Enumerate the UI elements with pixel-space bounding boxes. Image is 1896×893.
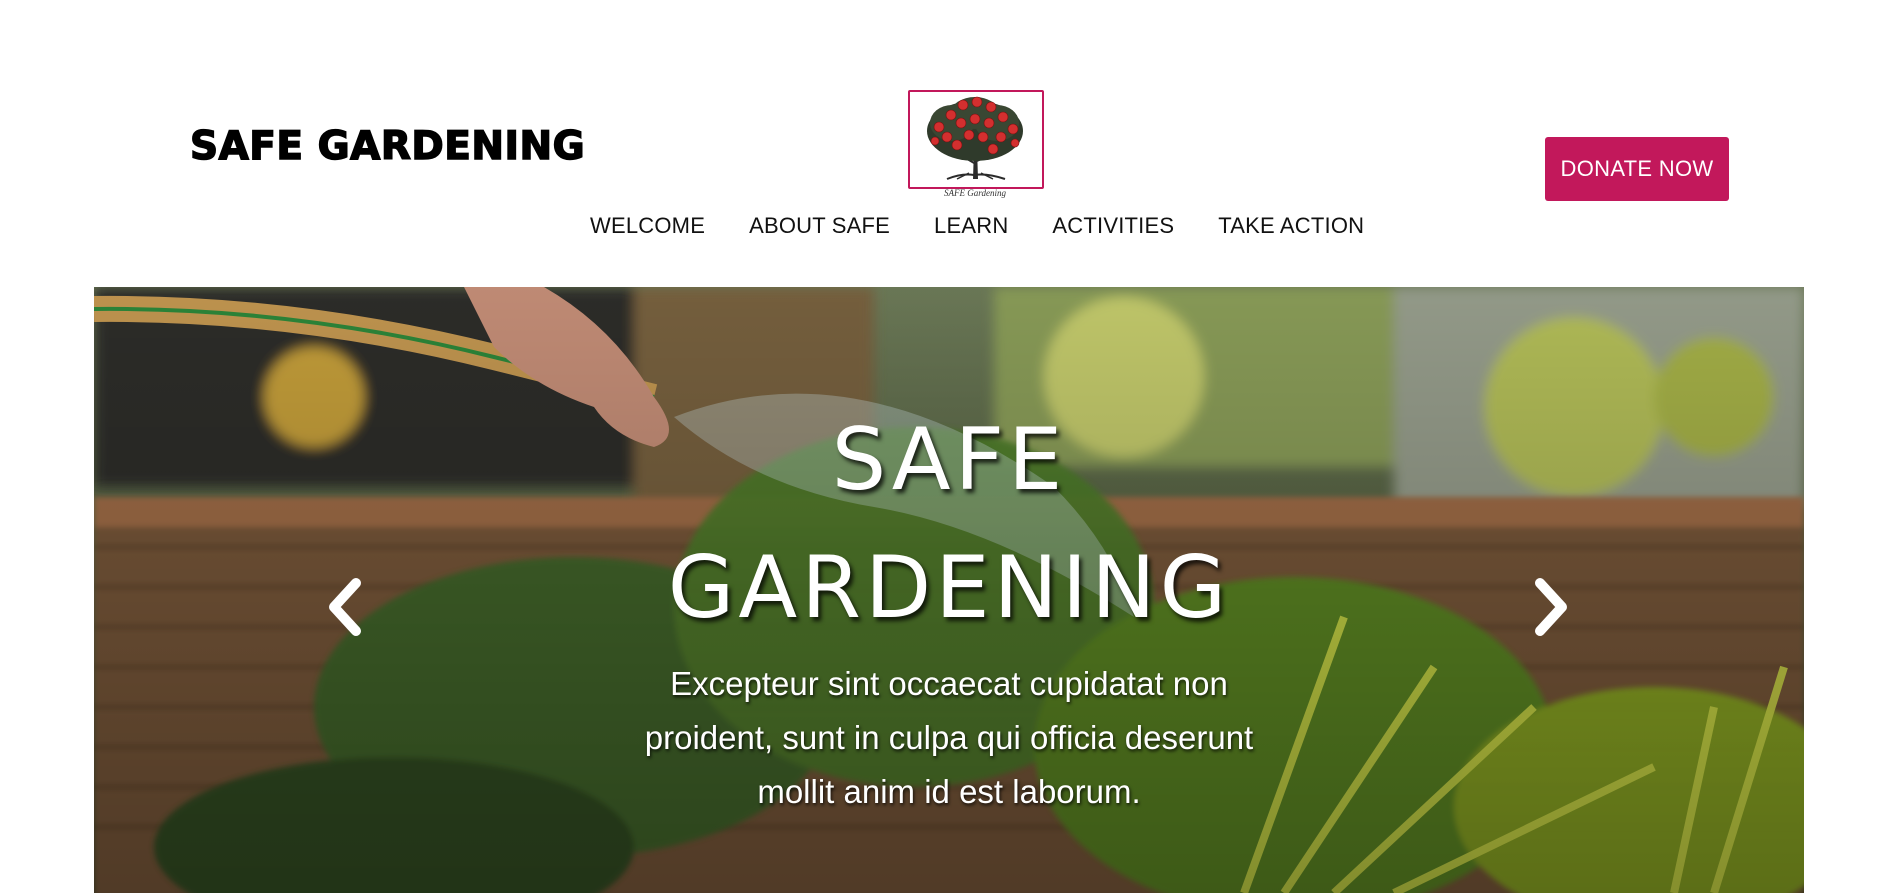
tree-logo-icon <box>927 96 1023 180</box>
chevron-right-icon <box>1535 578 1567 636</box>
carousel-prev-button[interactable] <box>320 575 370 639</box>
hero-description: Excepteur sint occaecat cupidatat non pr… <box>644 665 1254 810</box>
nav-item-learn[interactable]: LEARN <box>934 213 1008 239</box>
site-logo[interactable]: SAFE Gardening <box>907 89 1045 201</box>
nav-item-activities[interactable]: ACTIVITIES <box>1052 213 1174 239</box>
logo-caption: SAFE Gardening <box>944 188 1006 198</box>
chevron-left-icon <box>329 578 361 636</box>
site-brand[interactable]: SAFE GARDENING <box>189 126 585 167</box>
hero-title-line1: SAFE <box>831 410 1067 510</box>
carousel-next-button[interactable] <box>1526 575 1576 639</box>
nav-item-about-safe[interactable]: ABOUT SAFE <box>749 213 890 239</box>
nav-item-welcome[interactable]: WELCOME <box>590 213 705 239</box>
donate-button[interactable]: DONATE NOW <box>1545 137 1729 201</box>
main-navigation: WELCOME ABOUT SAFE LEARN ACTIVITIES TAKE… <box>590 213 1364 239</box>
nav-item-take-action[interactable]: TAKE ACTION <box>1218 213 1364 239</box>
hero-carousel: SAFE GARDENING Excepteur sint occaecat c… <box>94 287 1804 893</box>
